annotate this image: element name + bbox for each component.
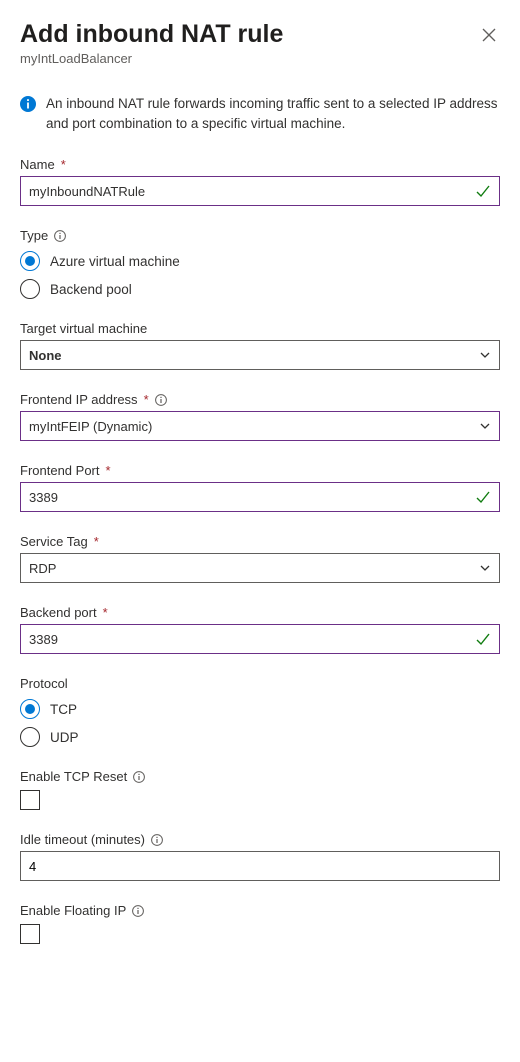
info-bar: An inbound NAT rule forwards incoming tr… [20,94,500,133]
frontend-ip-label: Frontend IP address [20,392,138,407]
idle-timeout-label: Idle timeout (minutes) [20,832,145,847]
required-marker: * [61,157,66,172]
idle-timeout-input[interactable] [20,851,500,881]
checkmark-icon [475,183,491,199]
radio-icon [20,279,40,299]
radio-label: TCP [50,702,77,717]
radio-icon [20,251,40,271]
service-tag-value: RDP [29,561,56,576]
close-icon [482,28,496,42]
type-radio-backend-pool[interactable]: Backend pool [20,279,500,299]
frontend-port-label: Frontend Port [20,463,100,478]
name-value: myInboundNATRule [29,184,145,199]
chevron-down-icon [479,562,491,574]
info-icon[interactable] [54,230,66,242]
protocol-label: Protocol [20,676,68,691]
required-marker: * [94,534,99,549]
resource-subtitle: myIntLoadBalancer [20,51,500,66]
backend-port-label: Backend port [20,605,97,620]
name-label: Name [20,157,55,172]
frontend-ip-value: myIntFEIP (Dynamic) [29,419,152,434]
info-icon[interactable] [155,394,167,406]
radio-label: UDP [50,730,79,745]
info-icon[interactable] [151,834,163,846]
protocol-radio-udp[interactable]: UDP [20,727,500,747]
target-vm-select[interactable]: None [20,340,500,370]
radio-label: Backend pool [50,282,132,297]
page-title: Add inbound NAT rule [20,20,283,49]
backend-port-value: 3389 [29,632,58,647]
type-label: Type [20,228,48,243]
checkmark-icon [475,631,491,647]
tcp-reset-label: Enable TCP Reset [20,769,127,784]
floating-ip-checkbox[interactable] [20,924,40,944]
close-button[interactable] [478,24,500,49]
required-marker: * [144,392,149,407]
radio-icon [20,699,40,719]
checkmark-icon [475,489,491,505]
frontend-ip-select[interactable]: myIntFEIP (Dynamic) [20,411,500,441]
radio-icon [20,727,40,747]
service-tag-select[interactable]: RDP [20,553,500,583]
frontend-port-value: 3389 [29,490,58,505]
frontend-port-input[interactable]: 3389 [20,482,500,512]
tcp-reset-checkbox[interactable] [20,790,40,810]
chevron-down-icon [479,349,491,361]
info-icon [20,96,36,112]
protocol-radio-tcp[interactable]: TCP [20,699,500,719]
name-input[interactable]: myInboundNATRule [20,176,500,206]
required-marker: * [103,605,108,620]
backend-port-input[interactable]: 3389 [20,624,500,654]
type-radio-azure-vm[interactable]: Azure virtual machine [20,251,500,271]
radio-label: Azure virtual machine [50,254,180,269]
info-icon[interactable] [133,771,145,783]
floating-ip-label: Enable Floating IP [20,903,126,918]
chevron-down-icon [479,420,491,432]
service-tag-label: Service Tag [20,534,88,549]
target-vm-value: None [29,348,62,363]
info-text: An inbound NAT rule forwards incoming tr… [46,94,500,133]
required-marker: * [106,463,111,478]
target-vm-label: Target virtual machine [20,321,147,336]
info-icon[interactable] [132,905,144,917]
